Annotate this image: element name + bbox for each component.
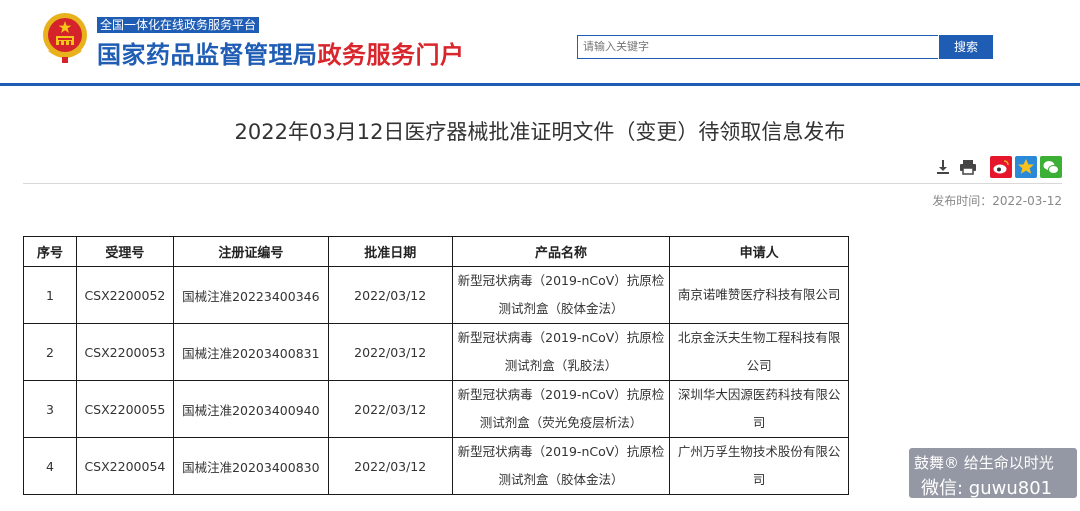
- cell-no: 4: [23, 437, 77, 495]
- watermark-wechat-id: 微信: guwu801: [921, 478, 1053, 499]
- title-divider: [23, 183, 1062, 184]
- download-icon[interactable]: [932, 156, 954, 178]
- page-title: 2022年03月12日医疗器械批准证明文件（变更）待领取信息发布: [234, 120, 846, 144]
- cell-reg-no: 国械注准20203400831: [172, 323, 329, 381]
- cell-applicant: 南京诺唯赞医疗科技有限公司: [669, 266, 849, 324]
- weibo-icon[interactable]: [990, 156, 1012, 178]
- table-row: 2 CSX2200053 国械注准20203400831 2022/03/12 …: [23, 323, 849, 381]
- search-input[interactable]: [577, 35, 938, 59]
- publish-date: 发布时间：2022-03-12: [932, 194, 1062, 208]
- watermark: 鼓舞® 给生命以时光 微信: guwu801: [909, 448, 1077, 499]
- cell-product: 新型冠状病毒（2019-nCoV）抗原检测试剂盒（胶体金法）: [451, 437, 671, 495]
- cell-applicant: 深圳华大因源医药科技有限公司: [669, 380, 849, 438]
- site-title-portal: 政务服务门户: [317, 41, 465, 69]
- watermark-slogan: 鼓舞® 给生命以时光: [914, 454, 1054, 472]
- search-button[interactable]: 搜索: [939, 35, 993, 59]
- cell-applicant: 北京金沃夫生物工程科技有限公司: [669, 323, 849, 381]
- cell-reg-no: 国械注准20223400346: [172, 266, 329, 324]
- cell-no: 1: [23, 266, 77, 324]
- platform-tagline[interactable]: 全国一体化在线政务服务平台: [97, 17, 260, 33]
- column-header: 申请人: [669, 236, 849, 267]
- cell-reg-no: 国械注准20203400940: [172, 380, 329, 438]
- cell-accept-no: CSX2200052: [75, 266, 174, 324]
- table-row: 4 CSX2200054 国械注准20203400830 2022/03/12 …: [23, 437, 849, 495]
- cell-date: 2022/03/12: [327, 380, 453, 438]
- header-divider: [0, 83, 1080, 86]
- national-emblem-icon[interactable]: [40, 11, 90, 65]
- table-row: 3 CSX2200055 国械注准20203400940 2022/03/12 …: [23, 380, 849, 438]
- cell-date: 2022/03/12: [327, 437, 453, 495]
- approval-table: 序号 受理号 注册证编号 批准日期 产品名称 申请人 1 CSX2200052 …: [23, 236, 849, 495]
- site-title-agency: 国家药品监督管理局: [97, 41, 318, 69]
- cell-no: 2: [23, 323, 77, 381]
- site-title[interactable]: 国家药品监督管理局政务服务门户: [97, 35, 465, 70]
- table-header-row: 序号 受理号 注册证编号 批准日期 产品名称 申请人: [23, 236, 849, 267]
- site-header: 全国一体化在线政务服务平台 国家药品监督管理局政务服务门户 搜索: [0, 0, 1080, 84]
- cell-product: 新型冠状病毒（2019-nCoV）抗原检测试剂盒（荧光免疫层析法）: [451, 380, 671, 438]
- cell-accept-no: CSX2200055: [75, 380, 174, 438]
- table-row: 1 CSX2200052 国械注准20223400346 2022/03/12 …: [23, 266, 849, 324]
- cell-applicant: 广州万孚生物技术股份有限公司: [669, 437, 849, 495]
- cell-product: 新型冠状病毒（2019-nCoV）抗原检测试剂盒（胶体金法）: [451, 266, 671, 324]
- print-icon[interactable]: [957, 156, 979, 178]
- wechat-icon[interactable]: [1040, 156, 1062, 178]
- column-header: 产品名称: [451, 236, 671, 267]
- column-header: 批准日期: [327, 236, 453, 267]
- cell-accept-no: CSX2200053: [75, 323, 174, 381]
- cell-date: 2022/03/12: [327, 266, 453, 324]
- qzone-icon[interactable]: [1015, 156, 1037, 178]
- cell-product: 新型冠状病毒（2019-nCoV）抗原检测试剂盒（乳胶法）: [451, 323, 671, 381]
- column-header: 受理号: [75, 236, 174, 267]
- cell-date: 2022/03/12: [327, 323, 453, 381]
- article-toolbar: [930, 156, 1065, 180]
- cell-reg-no: 国械注准20203400830: [172, 437, 329, 495]
- column-header: 序号: [23, 236, 77, 267]
- cell-no: 3: [23, 380, 77, 438]
- cell-accept-no: CSX2200054: [75, 437, 174, 495]
- column-header: 注册证编号: [172, 236, 329, 267]
